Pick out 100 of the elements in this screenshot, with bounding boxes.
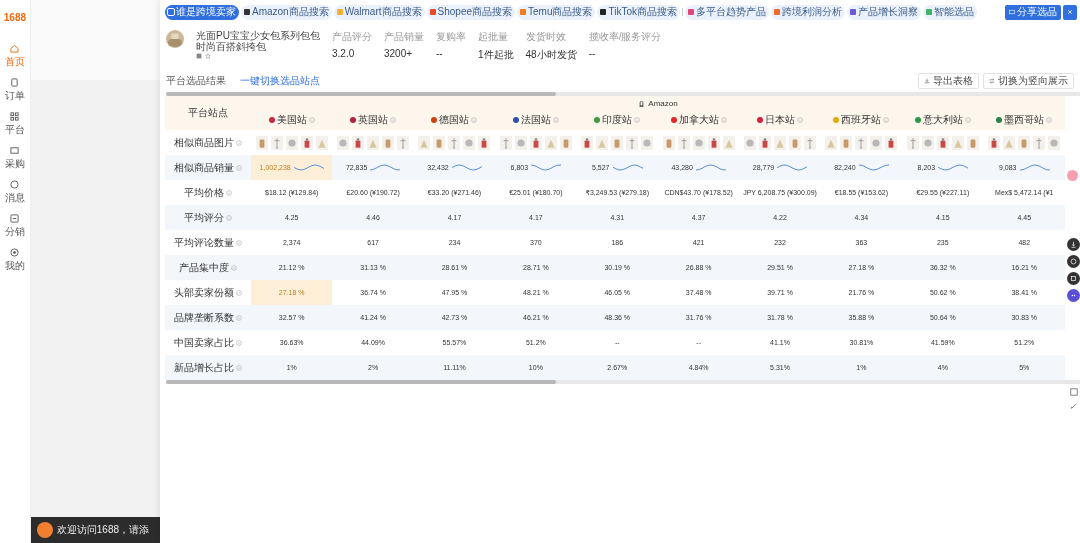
toolbar-button[interactable]: 导出表格	[918, 73, 979, 89]
pen-icon[interactable]	[1070, 402, 1078, 410]
floating-button[interactable]	[1067, 289, 1080, 302]
help-icon	[720, 117, 727, 123]
stat-label: 复购率	[436, 30, 466, 44]
nav-item[interactable]: 订单	[4, 78, 25, 103]
help-icon	[231, 264, 237, 271]
tab[interactable]: 产品增长洞察	[847, 4, 921, 20]
avatar	[36, 522, 53, 538]
tab[interactable]: Walmart商品搜索	[333, 4, 425, 20]
sparkline-drawing	[777, 163, 808, 172]
column-header: 英国站	[358, 113, 389, 127]
column-header: 西班牙站	[841, 113, 882, 127]
sparkline-drawing	[695, 163, 726, 172]
target-icon	[10, 248, 20, 257]
toolbar-button[interactable]: 切换为竖向展示	[983, 73, 1074, 89]
column-header: 美国站	[276, 113, 307, 127]
switch-link[interactable]: 一键切换选品站点	[240, 74, 320, 88]
nav-item[interactable]: 平台	[4, 112, 25, 137]
sparkline-drawing	[370, 163, 401, 172]
sparkline-drawing	[1019, 163, 1050, 172]
help-icon	[308, 117, 315, 123]
document-icon	[10, 78, 20, 87]
close-button[interactable]	[1063, 4, 1077, 20]
column-header: 法国站	[520, 113, 551, 127]
tab[interactable]: 智能选品	[923, 4, 977, 20]
row-header: 相似商品销量	[174, 160, 234, 175]
column-header: 墨西哥站	[1004, 113, 1045, 127]
welcome-text: 欢迎访问1688，请添	[56, 523, 150, 537]
stat-label: 揽收率/服务评分	[588, 30, 662, 44]
help-icon	[964, 117, 971, 123]
product-title: 光面PU宝宝少女包系列包包时尚百搭斜挎包	[196, 30, 320, 52]
row-header: 品牌垄断系数	[174, 310, 234, 325]
help-icon	[883, 117, 890, 123]
image-icon	[196, 53, 202, 59]
row-header: 新品增长占比	[174, 360, 234, 375]
floating-button[interactable]	[1067, 238, 1080, 251]
tab[interactable]: Shopee商品搜索	[426, 4, 516, 20]
scrollbar-thumb[interactable]	[166, 380, 556, 384]
help-icon	[471, 117, 478, 123]
stat-value: --	[436, 48, 444, 59]
stat-value: 3200+	[384, 48, 414, 59]
stat-value: 3.2.0	[332, 48, 356, 59]
section-title: 平台选品结果	[166, 74, 226, 88]
tab[interactable]: Amazon商品搜索	[241, 4, 332, 20]
share-button[interactable]: 分享选品	[1005, 4, 1061, 20]
nav-item[interactable]: 分销	[4, 214, 25, 239]
download-icon	[1070, 241, 1077, 248]
help-icon	[236, 339, 242, 346]
nav-item[interactable]: 我的	[4, 248, 25, 273]
stat-value: 48小时发货	[525, 48, 577, 62]
help-icon	[552, 117, 559, 123]
row-header: 相似商品图片	[174, 135, 234, 150]
circle-icon	[10, 180, 20, 189]
square-icon[interactable]	[1070, 388, 1078, 396]
tab[interactable]: Temu商品搜索	[517, 4, 596, 20]
help-icon	[236, 364, 242, 371]
tab[interactable]: TikTok商品搜索	[597, 4, 680, 20]
stat-label: 产品评分	[332, 30, 372, 44]
stat-label: 发货时效	[525, 30, 567, 44]
sparkline-drawing	[938, 163, 969, 172]
help-icon	[236, 314, 242, 321]
row-header: 平均评论数量	[174, 235, 234, 250]
platform-name: Amazon	[648, 98, 678, 108]
scrollbar-thumb[interactable]	[166, 92, 556, 96]
row-header: 平均评分	[184, 210, 224, 225]
stat-label: 产品销量	[384, 30, 424, 44]
sparkline-drawing	[858, 163, 889, 172]
column-header: 平台站点	[188, 107, 228, 118]
nav-item[interactable]: 采购	[4, 146, 25, 171]
column-header: 德国站	[439, 113, 470, 127]
floating-button[interactable]	[1067, 255, 1080, 268]
share-icon	[1009, 9, 1015, 15]
help-icon	[226, 189, 232, 196]
nav-item[interactable]: 消息	[4, 180, 25, 205]
help-icon	[236, 139, 242, 146]
help-icon	[634, 117, 641, 123]
tab[interactable]: 跨境利润分析	[771, 4, 845, 20]
column-header: 日本站	[765, 113, 796, 127]
tab[interactable]: 谁是跨境卖家	[165, 4, 239, 20]
help-icon	[236, 164, 242, 171]
bag-icon	[638, 99, 646, 107]
close-icon	[1067, 9, 1073, 15]
floating-button[interactable]	[1067, 272, 1080, 285]
row-header: 头部卖家份额	[174, 285, 234, 300]
swap-icon	[989, 78, 995, 84]
column-header: 印度站	[602, 113, 633, 127]
robot-icon	[1070, 292, 1077, 299]
column-header: 意大利站	[922, 113, 963, 127]
folder-icon	[10, 146, 20, 155]
row-header: 平均价格	[184, 185, 224, 200]
help-icon	[236, 289, 242, 296]
help-icon	[236, 239, 242, 246]
grid-icon	[10, 112, 20, 121]
stat-label: 起批量	[478, 30, 509, 44]
star-icon	[205, 53, 211, 59]
sparkline-drawing	[612, 163, 643, 172]
tab[interactable]: 多平台趋势产品	[685, 4, 769, 20]
home-icon	[10, 44, 20, 53]
stat-value: 1件起批	[478, 48, 514, 62]
